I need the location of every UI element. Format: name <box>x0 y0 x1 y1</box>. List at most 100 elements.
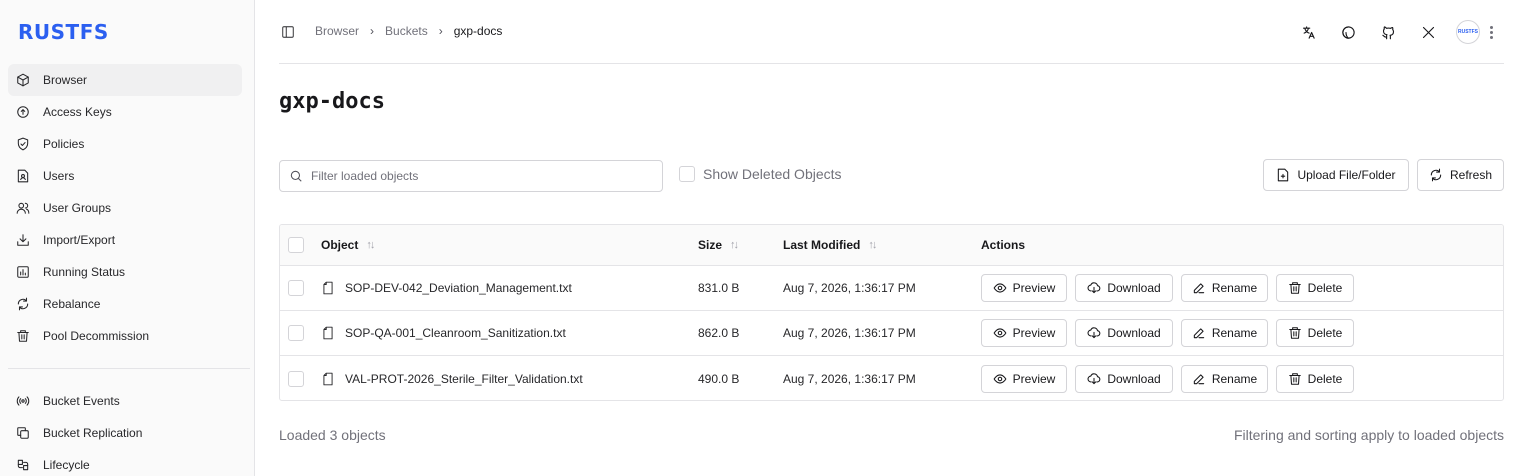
breadcrumb-buckets[interactable]: Buckets <box>385 24 428 38</box>
row-checkbox[interactable] <box>288 280 304 296</box>
objects-table: Object ↑↓ Size ↑↓ Last Modified ↑↓ Actions … <box>279 224 1504 401</box>
show-deleted-checkbox[interactable] <box>679 166 695 182</box>
download-button[interactable]: Download <box>1075 319 1173 347</box>
sidebar-item-bucket-events[interactable]: Bucket Events <box>8 385 242 417</box>
sort-icon: ↑↓ <box>868 239 877 251</box>
breadcrumb-current: gxp-docs <box>453 24 503 38</box>
bar-chart-icon <box>16 265 30 279</box>
file-icon <box>321 372 335 386</box>
translate-icon[interactable] <box>1296 20 1320 44</box>
object-size: 831.0 B <box>698 281 740 295</box>
eye-icon <box>993 328 1007 338</box>
object-name[interactable]: SOP-QA-001_Cleanroom_Sanitization.txt <box>345 326 566 340</box>
sidebar-item-running-status[interactable]: Running Status <box>8 256 242 288</box>
sidebar-item-label: Bucket Replication <box>43 426 143 440</box>
download-button[interactable]: Download <box>1075 274 1173 302</box>
x-icon[interactable] <box>1416 20 1440 44</box>
object-modified: Aug 7, 2026, 1:36:17 PM <box>783 281 916 295</box>
chevron-right-icon: › <box>370 24 375 38</box>
object-modified: Aug 7, 2026, 1:36:17 PM <box>783 371 916 386</box>
theme-icon[interactable] <box>1336 20 1360 44</box>
download-tray-icon <box>16 233 30 247</box>
header-last-modified[interactable]: Last Modified ↑↓ <box>783 225 877 265</box>
rename-button[interactable]: Rename <box>1181 364 1268 393</box>
breadcrumb: Browser › Buckets › gxp-docs <box>315 24 502 38</box>
preview-button[interactable]: Preview <box>981 319 1067 347</box>
sidebar-item-policies[interactable]: Policies <box>8 128 242 160</box>
object-name[interactable]: VAL-PROT-2026_Sterile_Filter_Validation.… <box>345 372 583 386</box>
sidebar-item-label: Pool Decommission <box>43 329 150 343</box>
pencil-icon <box>1193 373 1205 384</box>
delete-button[interactable]: Delete <box>1276 364 1354 393</box>
chevron-right-icon: › <box>438 24 443 38</box>
sidebar-item-browser[interactable]: Browser <box>8 64 242 96</box>
eye-icon <box>993 283 1007 293</box>
copy-icon <box>16 426 30 440</box>
file-icon <box>321 281 335 295</box>
cloud-download-icon <box>1087 372 1101 384</box>
row-checkbox[interactable] <box>288 325 304 341</box>
sidebar-item-users[interactable]: Users <box>8 160 242 192</box>
topbar-actions: RUSTFS <box>1280 20 1504 44</box>
github-icon[interactable] <box>1376 20 1400 44</box>
loaded-count: Loaded 3 objects <box>279 427 386 443</box>
search-input[interactable] <box>311 169 641 183</box>
delete-button[interactable]: Delete <box>1276 319 1354 347</box>
rustfs-logo[interactable]: RUSTFS <box>18 20 109 44</box>
sidebar-item-rebalance[interactable]: Rebalance <box>8 288 242 320</box>
sidebar-item-label: Browser <box>43 73 88 87</box>
sidebar-item-label: Lifecycle <box>43 458 90 472</box>
trash-icon <box>16 329 30 343</box>
refresh-button-label: Refresh <box>1449 168 1493 182</box>
sidebar-toggle-icon[interactable] <box>281 25 295 39</box>
key-circle-icon <box>16 105 30 119</box>
show-deleted-label: Show Deleted Objects <box>703 166 842 182</box>
sidebar-item-label: Users <box>43 169 75 183</box>
row-actions: Preview Download Rename Delete <box>981 266 1362 310</box>
rename-button[interactable]: Rename <box>1181 274 1268 302</box>
sidebar-item-pool-decommission[interactable]: Pool Decommission <box>8 320 242 352</box>
sidebar-item-import-export[interactable]: Import/Export <box>8 224 242 256</box>
cloud-download-icon <box>1087 282 1101 294</box>
sidebar-divider <box>8 368 250 369</box>
preview-button[interactable]: Preview <box>981 274 1067 302</box>
row-checkbox[interactable] <box>288 370 304 387</box>
more-vertical-icon[interactable] <box>1486 20 1496 44</box>
breadcrumb-browser[interactable]: Browser <box>315 24 359 38</box>
object-name[interactable]: SOP-DEV-042_Deviation_Management.txt <box>345 281 572 295</box>
sidebar-item-label: Bucket Events <box>43 394 120 408</box>
sort-icon: ↑↓ <box>366 239 375 251</box>
box-icon <box>16 73 30 87</box>
download-button[interactable]: Download <box>1075 364 1173 393</box>
sidebar-item-label: Policies <box>43 137 85 151</box>
sidebar-item-access-keys[interactable]: Access Keys <box>8 96 242 128</box>
refresh-icon <box>16 297 30 311</box>
search-box <box>279 160 663 192</box>
avatar[interactable]: RUSTFS <box>1456 20 1480 44</box>
delete-button[interactable]: Delete <box>1276 274 1354 302</box>
sidebar-item-lifecycle[interactable]: Lifecycle <box>8 449 242 476</box>
sidebar-item-label: Access Keys <box>43 105 112 119</box>
table-row: VAL-PROT-2026_Sterile_Filter_Validation.… <box>280 356 1503 400</box>
file-plus-icon <box>1278 168 1289 182</box>
filter-note: Filtering and sorting apply to loaded ob… <box>1233 427 1504 443</box>
topbar: Browser › Buckets › gxp-docs RUSTFS <box>279 0 1504 64</box>
page-title: gxp-docs <box>279 89 385 114</box>
trash-icon <box>1288 372 1301 385</box>
sidebar-item-user-groups[interactable]: User Groups <box>8 192 242 224</box>
eye-icon <box>993 373 1007 384</box>
table-header: Object ↑↓ Size ↑↓ Last Modified ↑↓ Actions <box>280 225 1503 266</box>
pencil-icon <box>1193 328 1205 339</box>
header-size[interactable]: Size ↑↓ <box>698 225 739 265</box>
select-all-checkbox[interactable] <box>288 237 304 253</box>
header-object[interactable]: Object ↑↓ <box>321 225 375 265</box>
trash-icon <box>1288 327 1301 339</box>
sidebar-item-bucket-replication[interactable]: Bucket Replication <box>8 417 242 449</box>
object-modified: Aug 7, 2026, 1:36:17 PM <box>783 326 916 340</box>
show-deleted-toggle[interactable]: Show Deleted Objects <box>679 166 842 182</box>
object-size: 862.0 B <box>698 326 740 340</box>
refresh-button[interactable]: Refresh <box>1417 159 1504 191</box>
preview-button[interactable]: Preview <box>981 364 1067 393</box>
rename-button[interactable]: Rename <box>1181 319 1268 347</box>
upload-button[interactable]: Upload File/Folder <box>1263 159 1409 191</box>
